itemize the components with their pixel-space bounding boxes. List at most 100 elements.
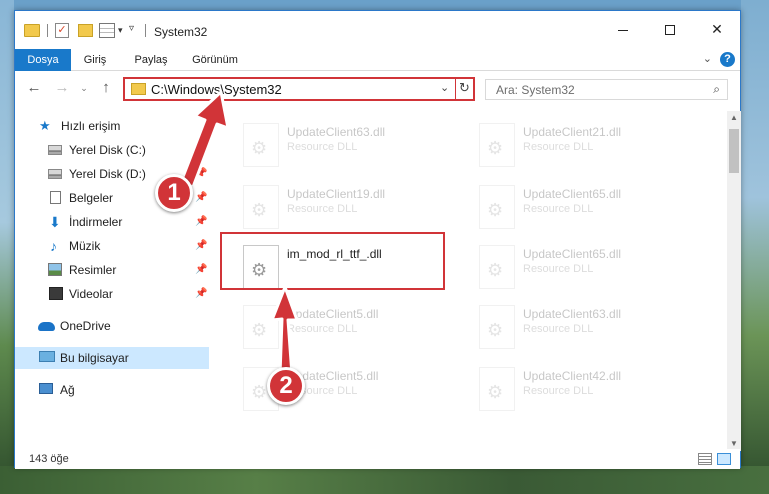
address-path[interactable]: C:\Windows\System32 bbox=[151, 82, 282, 97]
desktop-background-left bbox=[0, 0, 14, 494]
tab-view[interactable]: Görünüm bbox=[187, 49, 243, 71]
dll-file-icon bbox=[479, 185, 515, 229]
large-icons-view-icon[interactable] bbox=[717, 453, 731, 465]
customize-toolbar-icon[interactable]: ▿ bbox=[129, 23, 134, 39]
details-view-icon[interactable] bbox=[698, 453, 712, 465]
expand-ribbon-icon[interactable]: ⌄ bbox=[703, 52, 712, 65]
file-name: UpdateClient65.dll bbox=[523, 187, 622, 201]
scroll-up-icon[interactable]: ▲ bbox=[727, 111, 741, 125]
pin-icon[interactable]: 📌 bbox=[195, 163, 207, 185]
sidebar-item-videos[interactable]: Videolar 📌 bbox=[15, 283, 209, 305]
sidebar-item-label: İndirmeler bbox=[69, 215, 123, 229]
minimize-icon bbox=[618, 29, 628, 31]
recent-locations-icon[interactable]: ⌄ bbox=[75, 83, 93, 94]
refresh-icon[interactable]: ↻ bbox=[459, 80, 470, 96]
sidebar-item-label: Müzik bbox=[69, 239, 101, 253]
desktop-background-bottom bbox=[0, 466, 769, 494]
sidebar-item-pictures[interactable]: Resimler 📌 bbox=[15, 259, 209, 281]
file-item[interactable]: UpdateClient19.dll Resource DLL bbox=[235, 177, 461, 237]
video-icon bbox=[49, 287, 63, 300]
file-item[interactable]: UpdateClient65.dll Resource DLL bbox=[471, 177, 697, 237]
up-arrow-icon[interactable]: ↑ bbox=[97, 79, 115, 96]
pin-icon[interactable]: 📌 bbox=[195, 259, 207, 281]
sidebar-item-onedrive[interactable]: OneDrive bbox=[15, 315, 209, 337]
tab-share[interactable]: Paylaş bbox=[131, 49, 171, 71]
scrollbar-thumb[interactable] bbox=[729, 129, 739, 173]
maximize-button[interactable] bbox=[647, 15, 693, 43]
file-name: UpdateClient5.dll bbox=[287, 307, 379, 321]
folder-icon bbox=[24, 24, 40, 37]
address-bar[interactable]: C:\Windows\System32 ⌄ ↻ bbox=[123, 77, 475, 101]
music-icon: ♪ bbox=[50, 238, 57, 254]
file-item[interactable]: UpdateClient63.dll Resource DLL bbox=[471, 297, 697, 357]
back-arrow-icon[interactable]: ← bbox=[25, 79, 43, 96]
file-item[interactable]: UpdateClient21.dll Resource DLL bbox=[471, 115, 697, 175]
file-type: Resource DLL bbox=[523, 141, 594, 153]
vertical-scrollbar[interactable]: ▲ ▼ bbox=[727, 111, 741, 451]
file-type: Resource DLL bbox=[523, 203, 594, 215]
sidebar-item-label: Yerel Disk (C:) bbox=[69, 143, 146, 157]
title-bar: ✓ ▾ ▿ System32 ✕ bbox=[15, 11, 740, 45]
sidebar-item-label: Ağ bbox=[60, 383, 75, 397]
new-folder-icon[interactable] bbox=[78, 24, 93, 37]
step-1-badge: 1 bbox=[155, 174, 193, 212]
sidebar-item-music[interactable]: ♪ Müzik 📌 bbox=[15, 235, 209, 257]
file-type: Resource DLL bbox=[287, 203, 358, 215]
desktop-background-right bbox=[741, 0, 769, 494]
file-item[interactable]: UpdateClient5.dll Resource DLL bbox=[235, 297, 461, 357]
pictures-icon bbox=[48, 263, 62, 276]
file-item[interactable]: UpdateClient63.dll Resource DLL bbox=[235, 115, 461, 175]
sidebar-item-quick-access[interactable]: ★ Hızlı erişim bbox=[15, 115, 209, 137]
file-name: UpdateClient42.dll bbox=[523, 369, 622, 383]
dll-file-icon bbox=[479, 123, 515, 167]
file-name: UpdateClient65.dll bbox=[523, 247, 622, 261]
close-button[interactable]: ✕ bbox=[694, 15, 740, 43]
file-item[interactable]: UpdateClient42.dll Resource DLL bbox=[471, 359, 697, 419]
drive-icon bbox=[48, 169, 62, 179]
address-dropdown-icon[interactable]: ⌄ bbox=[440, 81, 449, 94]
sidebar-item-this-pc[interactable]: Bu bilgisayar bbox=[15, 347, 209, 369]
pin-icon[interactable]: 📌 bbox=[195, 211, 207, 233]
download-icon: ⬇ bbox=[49, 214, 61, 230]
file-item[interactable]: UpdateClient65.dll Resource DLL bbox=[471, 237, 697, 297]
item-count: 143 öğe bbox=[29, 453, 69, 465]
sidebar-item-downloads[interactable]: ⬇ İndirmeler 📌 bbox=[15, 211, 209, 233]
title-separator bbox=[145, 24, 146, 37]
dll-file-icon bbox=[243, 123, 279, 167]
sidebar-item-label: Hızlı erişim bbox=[61, 119, 121, 133]
forward-arrow-icon[interactable]: → bbox=[53, 79, 71, 96]
dll-file-icon bbox=[479, 367, 515, 411]
file-name: UpdateClient19.dll bbox=[287, 187, 386, 201]
sidebar-item-label: OneDrive bbox=[60, 319, 111, 333]
dll-file-icon bbox=[479, 245, 515, 289]
search-icon[interactable]: ⌕ bbox=[713, 82, 720, 97]
maximize-icon bbox=[665, 25, 675, 36]
sidebar-item-label: Resimler bbox=[69, 263, 117, 277]
ribbon-tabs: Dosya Giriş Paylaş Görünüm ⌄ ? bbox=[15, 49, 740, 71]
dll-file-icon bbox=[479, 305, 515, 349]
network-icon bbox=[39, 383, 53, 394]
properties-icon[interactable] bbox=[99, 23, 115, 38]
close-icon: ✕ bbox=[711, 21, 723, 37]
dll-file-icon bbox=[243, 305, 279, 349]
folder-icon bbox=[131, 83, 146, 95]
pin-icon[interactable]: 📌 bbox=[195, 139, 207, 161]
dll-file-icon bbox=[243, 185, 279, 229]
help-icon[interactable]: ? bbox=[720, 52, 735, 67]
navigation-pane: ★ Hızlı erişim Yerel Disk (C:) 📌 Yerel D… bbox=[15, 111, 209, 451]
drive-icon bbox=[48, 145, 62, 155]
address-separator bbox=[455, 79, 456, 99]
search-input[interactable]: Ara: System32 ⌕ bbox=[485, 79, 728, 100]
pin-icon[interactable]: 📌 bbox=[195, 283, 207, 305]
tab-file[interactable]: Dosya bbox=[15, 49, 71, 71]
pin-icon[interactable]: 📌 bbox=[195, 235, 207, 257]
pin-icon[interactable]: 📌 bbox=[195, 187, 207, 209]
tab-home[interactable]: Giriş bbox=[79, 49, 111, 71]
chevron-down-icon[interactable]: ▾ bbox=[118, 25, 123, 41]
properties-check-icon[interactable]: ✓ bbox=[55, 23, 69, 38]
file-name: UpdateClient21.dll bbox=[523, 125, 622, 139]
minimize-button[interactable] bbox=[600, 15, 646, 43]
sidebar-item-label: Belgeler bbox=[69, 191, 114, 205]
sidebar-item-network[interactable]: Ağ bbox=[15, 379, 209, 401]
sidebar-item-local-disk-c[interactable]: Yerel Disk (C:) 📌 bbox=[15, 139, 209, 161]
